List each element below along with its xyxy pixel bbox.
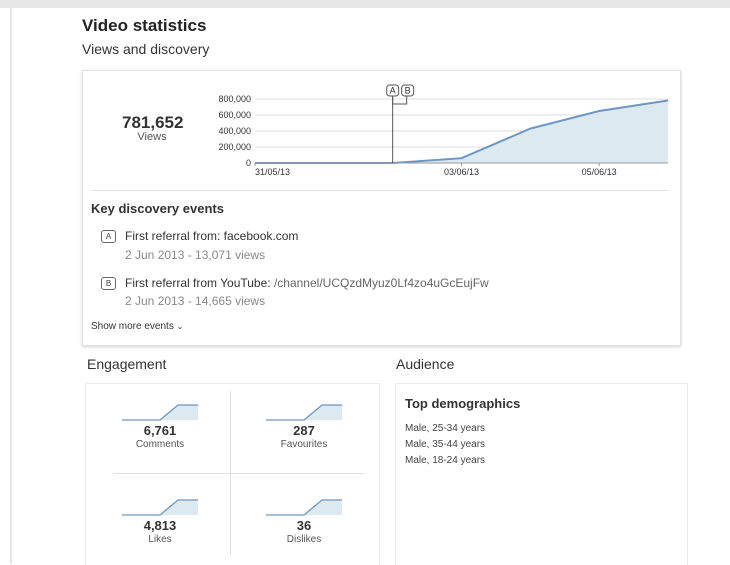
engagement-title: Engagement: [87, 356, 167, 372]
engagement-dislikes[interactable]: 36 Dislikes: [249, 496, 359, 545]
likes-count: 4,813: [143, 518, 177, 533]
y-tick-label: 0: [246, 158, 251, 168]
event-marker-label: B: [405, 86, 411, 96]
demographic-item: Male, 25-34 years: [405, 423, 486, 434]
views-chart: 800,000 600,000 400,000 200,000 0 31/05/13 03/…: [218, 84, 669, 177]
likes-sparkline: [122, 499, 198, 516]
views-label: Views: [137, 131, 167, 143]
favourites-sparkline: [266, 404, 342, 421]
event-b-label: First referral from YouTube:: [125, 276, 274, 290]
event-a-text: First referral from: facebook.com: [125, 229, 298, 243]
y-tick-label: 600,000: [218, 110, 251, 120]
chevron-down-icon: ⌄: [176, 322, 184, 331]
page-subtitle: Views and discovery: [82, 41, 210, 57]
top-border: [0, 0, 730, 8]
comments-count: 6,761: [143, 423, 177, 438]
y-tick-label: 400,000: [218, 126, 251, 136]
engagement-likes[interactable]: 4,813 Likes: [105, 496, 215, 545]
event-b-text: First referral from YouTube: /channel/UC…: [125, 276, 489, 290]
event-b-badge[interactable]: B: [101, 277, 116, 290]
event-a-label: First referral from: facebook.com: [125, 229, 299, 243]
engagement-favourites[interactable]: 287 Favourites: [249, 401, 359, 450]
engagement-horizontal-divider: [113, 473, 365, 474]
page-title: Video statistics: [82, 16, 207, 35]
event-marker-label: A: [390, 86, 396, 96]
dislikes-sparkline: [266, 499, 342, 516]
show-more-events-link[interactable]: Show more events ⌄: [91, 321, 183, 332]
dislikes-label: Dislikes: [286, 534, 322, 545]
demographic-item: Male, 35-44 years: [405, 439, 486, 450]
x-tick-label: 05/06/13: [582, 167, 617, 177]
engagement-comments[interactable]: 6,761 Comments: [105, 401, 215, 450]
event-b-channel-link[interactable]: /channel/UCQzdMyuz0Lf4zo4uGcEujFw: [274, 276, 489, 290]
event-b-detail: 2 Jun 2013 - 14,665 views: [125, 294, 266, 308]
audience-title: Audience: [396, 356, 455, 372]
event-a-detail: 2 Jun 2013 - 13,071 views: [125, 248, 266, 262]
section-divider: [91, 190, 669, 191]
x-tick-label: 31/05/13: [255, 167, 290, 177]
demographic-item: Male, 18-24 years: [405, 455, 486, 466]
likes-label: Likes: [148, 534, 172, 545]
show-more-label[interactable]: Show more events: [91, 321, 174, 332]
top-demographics-title: Top demographics: [405, 396, 521, 411]
left-border: [10, 8, 12, 564]
key-discovery-title: Key discovery events: [91, 201, 224, 216]
event-a-badge[interactable]: A: [101, 230, 116, 243]
x-tick-label: 03/06/13: [444, 167, 479, 177]
comments-sparkline: [122, 404, 198, 421]
y-tick-label: 200,000: [218, 142, 251, 152]
y-tick-label: 800,000: [218, 94, 251, 104]
dislikes-count: 36: [296, 518, 312, 533]
favourites-label: Favourites: [280, 439, 328, 450]
views-total: 781,652: [122, 113, 184, 132]
comments-label: Comments: [135, 439, 185, 450]
favourites-count: 287: [293, 423, 315, 438]
event-marker-bracket: [392, 96, 408, 105]
